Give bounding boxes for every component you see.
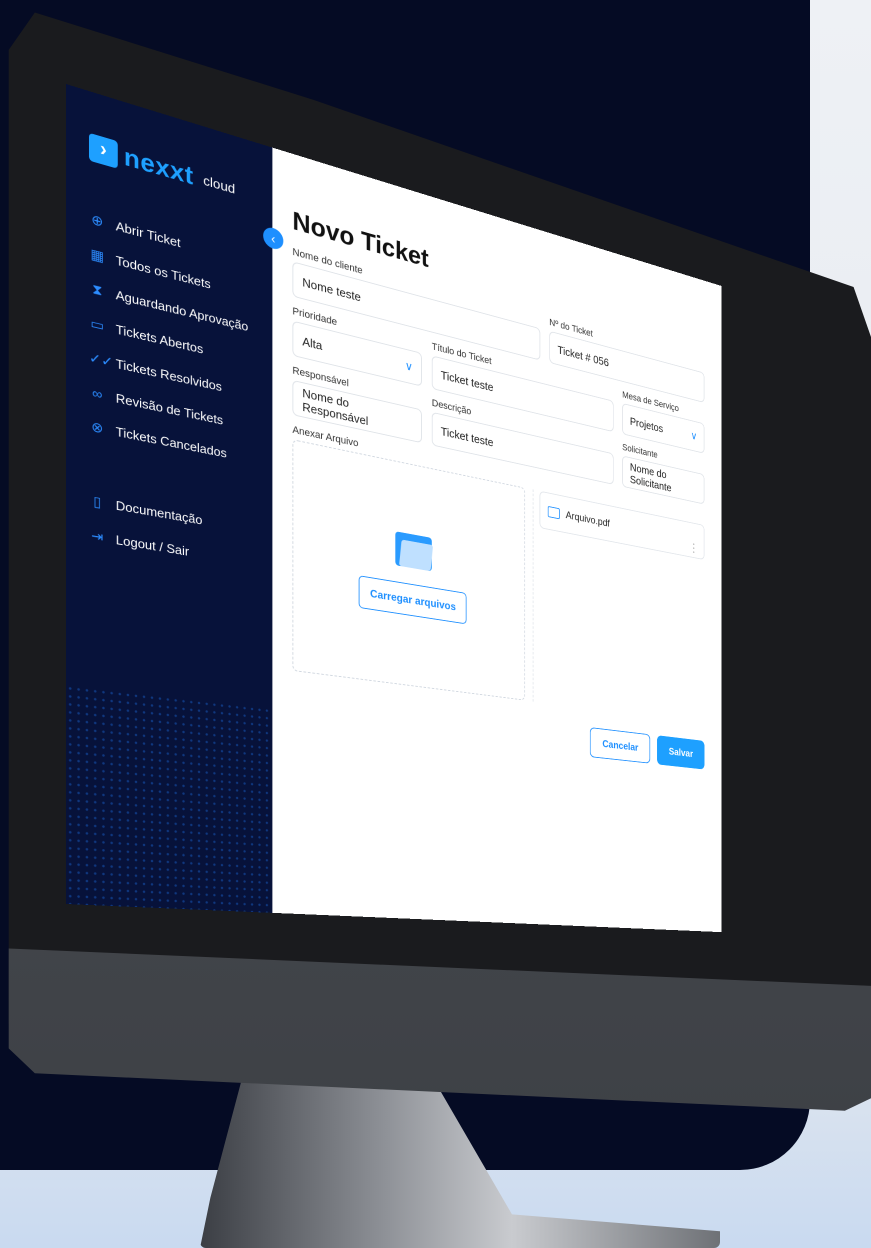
kebab-menu-icon[interactable]: ⋮ (689, 540, 698, 555)
priority-value: Alta (302, 333, 323, 353)
brand-logo[interactable]: › nexxt cloud (88, 131, 252, 208)
hourglass-icon: ⧗ (92, 280, 103, 299)
folder-icon (395, 531, 434, 572)
grid-icon: ▦ (90, 245, 105, 265)
sidebar: › nexxt cloud ⊕ Abrir Ticket ▦ Todos os … (66, 84, 273, 913)
app-screen: › nexxt cloud ⊕ Abrir Ticket ▦ Todos os … (66, 84, 722, 933)
title-value: Ticket teste (440, 367, 494, 394)
logout-icon: ⇥ (91, 527, 104, 546)
x-circle-icon: ⊗ (91, 418, 104, 437)
sidebar-nav: ⊕ Abrir Ticket ▦ Todos os Tickets ⧗ Agua… (89, 201, 252, 578)
cancel-button[interactable]: Cancelar (590, 727, 651, 764)
logo-mark-icon: › (88, 132, 118, 169)
screen-wrap: › nexxt cloud ⊕ Abrir Ticket ▦ Todos os … (0, 0, 871, 1248)
brand-suffix: cloud (203, 171, 236, 197)
main-content: Novo Ticket Nome do cliente Nome teste N… (272, 148, 721, 933)
client-value: Nome teste (302, 274, 361, 304)
description-value: Ticket teste (440, 424, 494, 449)
decorative-dot-pattern (66, 684, 273, 913)
file-name: Arquivo.pdf (565, 508, 610, 530)
upload-files-button[interactable]: Carregar arquivos (358, 575, 467, 625)
folder-outline-icon (547, 505, 560, 519)
plus-circle-icon: ⊕ (91, 210, 104, 230)
service-value: Projetos (629, 414, 664, 435)
save-button[interactable]: Salvar (657, 735, 705, 770)
document-icon: ▯ (93, 492, 102, 511)
chevron-down-icon: ∨ (690, 428, 698, 443)
sidebar-item-label: Logout / Sair (115, 532, 190, 559)
scene: › nexxt cloud ⊕ Abrir Ticket ▦ Todos os … (0, 0, 871, 1248)
binoculars-icon: ∞ (92, 384, 103, 403)
double-check-icon: ✓✓ (88, 349, 114, 371)
brand-name: nexxt (123, 141, 194, 191)
ticket-number-value: Ticket # 056 (557, 342, 609, 369)
chevron-left-icon: ‹ (271, 230, 276, 247)
chevron-down-icon: ∨ (404, 358, 413, 374)
requester-field-group: Solicitante Nome do Solicitante (622, 442, 705, 505)
ticket-icon: ▭ (90, 314, 105, 334)
folder-front-shape (399, 539, 434, 572)
sidebar-item-label: Documentação (115, 497, 203, 528)
file-dropzone[interactable]: Carregar arquivos (292, 439, 526, 701)
attached-files-list: Arquivo.pdf ⋮ (532, 489, 705, 724)
